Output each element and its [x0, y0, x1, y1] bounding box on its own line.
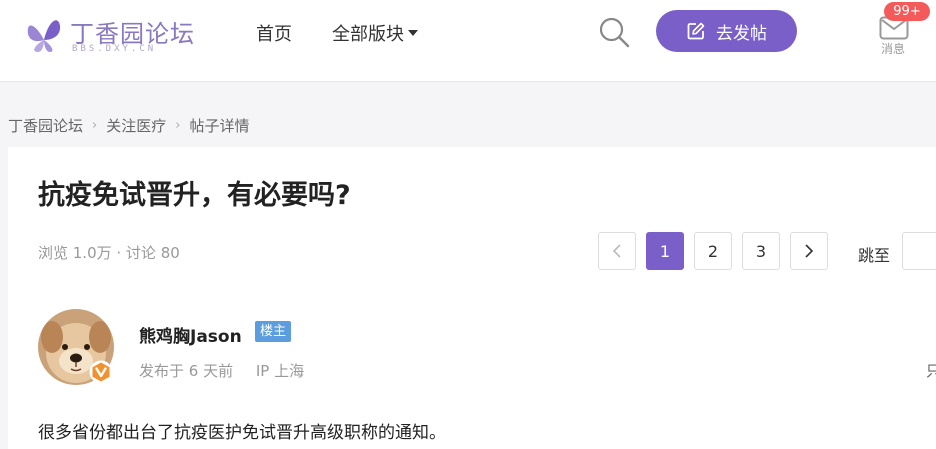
post-title: 抗疫免试晋升，有必要吗?	[38, 180, 351, 211]
caret-down-icon	[408, 30, 418, 36]
verified-v-badge-icon	[89, 360, 113, 384]
nav-all-boards-dropdown[interactable]: 全部版块	[332, 20, 418, 46]
site-logo[interactable]: 丁香园论坛 BBS.DXY.CN	[22, 10, 194, 56]
post-ip-location: IP 上海	[255, 362, 305, 380]
search-icon[interactable]	[598, 16, 630, 48]
edit-icon	[687, 22, 705, 40]
chevron-right-icon	[805, 244, 814, 258]
thread-owner-badge: 楼主	[255, 321, 292, 342]
post-content: 很多省份都出台了抗疫医护免试晋升高级职称的通知。	[38, 423, 446, 443]
post-card: 抗疫免试晋升，有必要吗? 浏览 1.0万 · 讨论 80 1 2 3 跳至 熊鸡…	[8, 147, 936, 449]
author-name[interactable]: 熊鸡胸Jason	[139, 322, 242, 347]
pagination-prev-button[interactable]	[598, 232, 636, 270]
breadcrumb-item-current: 帖子详情	[189, 117, 250, 135]
jump-to-label: 跳至	[858, 246, 891, 265]
breadcrumb-item-board[interactable]: 关注医疗	[106, 115, 166, 136]
post-stats: 浏览 1.0万 · 讨论 80	[38, 244, 180, 262]
nav-all-label: 全部版块	[332, 24, 404, 45]
create-post-label: 去发帖	[716, 23, 767, 44]
jump-to-page-input[interactable]	[902, 232, 936, 270]
chevron-right-icon: ›	[175, 118, 181, 133]
pagination-page-1[interactable]: 1	[646, 232, 684, 270]
messages-count-badge: 99+	[884, 2, 930, 21]
create-post-button[interactable]: 去发帖	[656, 10, 797, 52]
breadcrumb-item-forum[interactable]: 丁香园论坛	[8, 115, 83, 136]
logo-domain: BBS.DXY.CN	[72, 44, 157, 54]
top-header: 丁香园论坛 BBS.DXY.CN 首页 全部版块 去发帖 消息 99+	[0, 0, 936, 82]
post-time: 发布于 6 天前	[139, 362, 234, 380]
only-view-author-link[interactable]: 只	[926, 360, 936, 381]
post-meta: 发布于 6 天前 IP 上海	[139, 360, 304, 381]
nav-home-link[interactable]: 首页	[256, 20, 292, 46]
breadcrumb: 丁香园论坛 › 关注医疗 › 帖子详情	[8, 115, 249, 136]
pagination-page-3[interactable]: 3	[742, 232, 780, 270]
chevron-right-icon: ›	[92, 118, 98, 133]
pagination-next-button[interactable]	[790, 232, 828, 270]
butterfly-logo-icon	[27, 20, 61, 52]
pagination-page-2[interactable]: 2	[694, 232, 732, 270]
messages-label: 消息	[880, 42, 905, 56]
chevron-left-icon	[612, 244, 621, 258]
